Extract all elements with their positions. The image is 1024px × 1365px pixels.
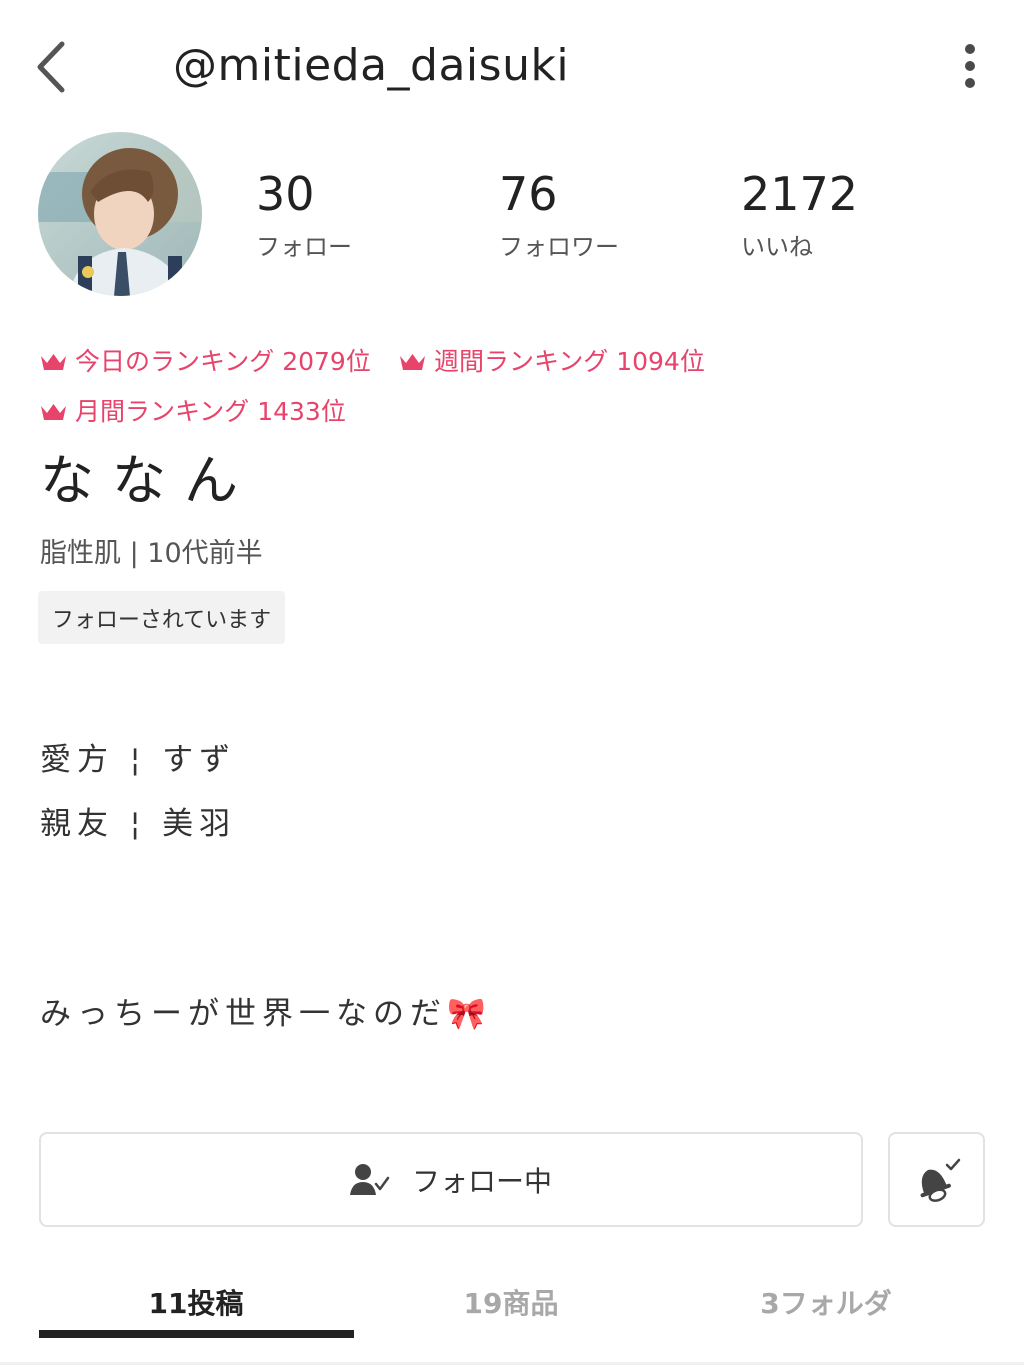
back-button[interactable] xyxy=(30,38,78,96)
ranking-monthly-text: 月間ランキング 1433位 xyxy=(75,397,346,426)
crown-icon xyxy=(41,353,66,370)
likes-label: いいね xyxy=(741,233,813,261)
profile-photo xyxy=(38,132,202,296)
stat-likes[interactable]: 2172 いいね xyxy=(741,168,858,262)
bell-check-icon xyxy=(920,1158,960,1202)
following-button-label: フォロー中 xyxy=(411,1164,552,1198)
crown-icon xyxy=(41,403,66,420)
avatar[interactable] xyxy=(38,132,202,296)
stat-followers[interactable]: 76 フォロワー xyxy=(499,168,619,262)
follows-you-badge: フォローされています xyxy=(38,591,285,644)
notification-bell-button[interactable] xyxy=(888,1132,985,1227)
followers-count: 76 xyxy=(499,167,558,221)
crown-icon xyxy=(400,353,425,370)
following-count: 30 xyxy=(256,167,315,221)
stat-following[interactable]: 30 フォロー xyxy=(256,168,352,262)
tab-folders[interactable]: 3フォルダ xyxy=(669,1284,983,1324)
likes-count: 2172 xyxy=(741,167,859,221)
ranking-daily-text: 今日のランキング 2079位 xyxy=(75,347,371,376)
followers-label: フォロワー xyxy=(499,233,619,261)
ranking-weekly[interactable]: 週間ランキング 1094位 xyxy=(399,345,705,379)
bio-line-1: 愛方 ¦ すず xyxy=(40,742,237,778)
display-name: ななん xyxy=(40,449,256,512)
username-handle: @mitieda_daisuki xyxy=(173,40,570,91)
ranking-monthly[interactable]: 月間ランキング 1433位 xyxy=(40,395,346,429)
more-options-button[interactable] xyxy=(950,40,990,92)
following-button[interactable]: フォロー中 xyxy=(39,1132,863,1227)
ranking-weekly-text: 週間ランキング 1094位 xyxy=(434,347,705,376)
tab-products[interactable]: 19商品 xyxy=(354,1284,668,1324)
bio-line-3: みっちーが世界一なのだ🎀 xyxy=(40,996,492,1032)
ranking-daily[interactable]: 今日のランキング 2079位 xyxy=(40,345,371,379)
tab-posts[interactable]: 11投稿 xyxy=(39,1284,353,1324)
profile-meta: 脂性肌 | 10代前半 xyxy=(40,538,263,569)
chevron-left-icon xyxy=(37,41,65,93)
following-label: フォロー xyxy=(256,233,352,261)
vertical-ellipsis-icon xyxy=(965,44,975,54)
active-tab-indicator xyxy=(39,1330,354,1338)
bio-line-2: 親友 ¦ 美羽 xyxy=(40,806,237,842)
user-check-icon xyxy=(349,1163,390,1195)
